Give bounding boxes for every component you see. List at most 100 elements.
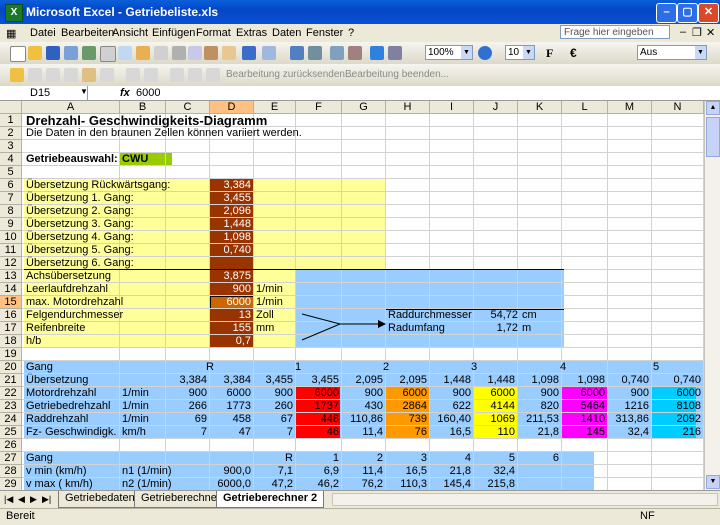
table1-cell[interactable]: 21,8 xyxy=(518,426,559,439)
table1-cell[interactable]: 160,40 xyxy=(430,413,471,426)
table2-gang-label[interactable]: Gang xyxy=(26,452,53,465)
table1-cell[interactable]: 76 xyxy=(386,426,427,439)
ratio-label[interactable]: Übersetzung 4. Gang: xyxy=(26,231,134,244)
table1-cell[interactable]: 32,4 xyxy=(608,426,649,439)
maximize-button[interactable]: ▢ xyxy=(677,3,698,23)
row-header-23[interactable]: 23 xyxy=(0,400,22,413)
ratio-value[interactable]: 3,455 xyxy=(210,192,251,205)
column-header-a[interactable]: A xyxy=(22,101,120,114)
doc-minimize-icon[interactable]: – xyxy=(680,26,686,38)
worksheet-grid[interactable]: Drehzahl- Geschwindigkeits-Diagramm Die … xyxy=(22,114,704,490)
font-size-select[interactable]: 10 ▼ xyxy=(505,45,535,60)
table1-cell[interactable]: 1216 xyxy=(608,400,649,413)
table1-cell[interactable]: 0,740 xyxy=(652,374,701,387)
table1-cell[interactable]: 6000 xyxy=(652,387,701,400)
chart-wizard-icon[interactable] xyxy=(370,46,384,60)
sort-desc-icon[interactable] xyxy=(348,46,362,60)
formula-input[interactable]: 6000 xyxy=(136,86,160,100)
column-header-k[interactable]: K xyxy=(518,101,562,114)
row-header-17[interactable]: 17 xyxy=(0,322,22,335)
table2-cell[interactable]: 46,2 xyxy=(296,478,339,490)
table2-cell[interactable]: 32,4 xyxy=(474,465,515,478)
table2-row-unit[interactable]: n1 (1/min) xyxy=(122,465,172,478)
table1-cell[interactable]: 4144 xyxy=(474,400,515,413)
table2-gang-header[interactable]: 1 xyxy=(296,452,339,465)
review-ink-icon[interactable] xyxy=(188,68,202,82)
doc-close-icon[interactable]: ✕ xyxy=(706,26,715,39)
table1-cell[interactable]: 8108 xyxy=(652,400,701,413)
reply-with-changes-button[interactable]: Bearbeitung zurücksenden... xyxy=(226,69,353,80)
table1-cell[interactable]: 266 xyxy=(166,400,207,413)
param-value[interactable]: 0,7 xyxy=(210,335,251,348)
horizontal-scrollbar[interactable] xyxy=(332,493,718,506)
scroll-up-icon[interactable]: ▲ xyxy=(706,101,720,115)
table1-cell[interactable]: 3,455 xyxy=(296,374,339,387)
open-icon[interactable] xyxy=(28,46,42,60)
param-value[interactable]: 155 xyxy=(210,322,251,335)
ratio-value[interactable]: 1,448 xyxy=(210,218,251,231)
hyperlink-icon[interactable] xyxy=(290,46,304,60)
table1-cell[interactable]: 2864 xyxy=(386,400,427,413)
currency-button[interactable]: € xyxy=(570,46,577,60)
table1-cell[interactable]: 216 xyxy=(652,426,701,439)
table1-cell[interactable]: 46 xyxy=(296,426,339,439)
table1-cell[interactable]: 313,86 xyxy=(608,413,649,426)
excel-doc-icon[interactable]: ▦ xyxy=(6,27,16,40)
bold-button[interactable]: F xyxy=(546,46,553,61)
table1-cell[interactable]: 2,095 xyxy=(342,374,383,387)
ratio-label[interactable]: Übersetzung Rückwärtsgang: xyxy=(26,179,170,192)
param-label[interactable]: Reifenbreite xyxy=(26,322,85,335)
menu-format[interactable]: Format xyxy=(196,27,231,39)
row-header-21[interactable]: 21 xyxy=(0,374,22,387)
scroll-down-icon[interactable]: ▼ xyxy=(706,475,720,489)
review-showall-icon[interactable] xyxy=(82,68,96,82)
tab-getriebedaten[interactable]: Getriebedaten xyxy=(58,491,142,508)
copy-icon[interactable] xyxy=(188,46,202,60)
table1-cell[interactable]: 622 xyxy=(430,400,471,413)
table1-row-label[interactable]: Raddrehzahl xyxy=(26,413,88,426)
table1-cell[interactable]: 1,098 xyxy=(518,374,559,387)
column-header-l[interactable]: L xyxy=(562,101,608,114)
table1-cell[interactable]: 1773 xyxy=(210,400,251,413)
table1-gang-label[interactable]: Gang xyxy=(26,361,53,374)
menu-extras[interactable]: Extras xyxy=(236,27,267,39)
table1-cell[interactable]: 1,448 xyxy=(430,374,471,387)
table1-cell[interactable]: 6000 xyxy=(562,387,605,400)
table1-cell[interactable]: 900 xyxy=(608,387,649,400)
table1-row-unit[interactable]: km/h xyxy=(122,426,146,439)
wheel-circumference-value[interactable]: 1,72 xyxy=(476,322,518,335)
row-header-15[interactable]: 15 xyxy=(0,296,22,309)
review-delete-ink-icon[interactable] xyxy=(206,68,220,82)
cut-icon[interactable] xyxy=(172,46,186,60)
table1-gang-header[interactable]: R xyxy=(166,361,254,374)
column-header-j[interactable]: J xyxy=(474,101,518,114)
param-unit[interactable]: 1/min xyxy=(256,283,283,296)
ratio-label[interactable]: Übersetzung 2. Gang: xyxy=(26,205,134,218)
column-header-c[interactable]: C xyxy=(166,101,210,114)
param-label[interactable]: max. Motordrehzahl xyxy=(26,296,123,309)
table2-cell[interactable]: 11,4 xyxy=(342,465,383,478)
column-header-m[interactable]: M xyxy=(608,101,652,114)
param-label[interactable]: h/b xyxy=(26,335,41,348)
param-unit[interactable]: 1/min xyxy=(256,296,283,309)
autosum-icon[interactable] xyxy=(308,46,322,60)
review-accept-icon[interactable] xyxy=(144,68,158,82)
tab-first-icon[interactable]: |◀ xyxy=(4,494,13,505)
wheel-circumference-unit[interactable]: m xyxy=(522,322,531,335)
param-value[interactable]: 3,875 xyxy=(210,270,251,283)
table1-cell[interactable]: 1737 xyxy=(296,400,339,413)
table1-gang-header[interactable]: 4 xyxy=(518,361,608,374)
table2-cell[interactable]: 16,5 xyxy=(386,465,427,478)
table2-cell[interactable]: 21,8 xyxy=(430,465,471,478)
row-header-9[interactable]: 9 xyxy=(0,218,22,231)
param-label[interactable]: Achsübersetzung xyxy=(26,270,111,283)
tab-getrieberechner-2[interactable]: Getrieberechner 2 xyxy=(216,491,325,508)
param-label[interactable]: Leerlaufdrehzahl xyxy=(26,283,108,296)
table1-cell[interactable]: 6000 xyxy=(386,387,427,400)
print-preview-icon[interactable] xyxy=(118,46,132,60)
row-header-2[interactable]: 2 xyxy=(0,127,22,140)
minimize-button[interactable]: – xyxy=(656,3,677,23)
review-new-comment-icon[interactable] xyxy=(10,68,24,82)
table1-cell[interactable]: 900 xyxy=(342,387,383,400)
wheel-diameter-unit[interactable]: cm xyxy=(522,309,537,322)
